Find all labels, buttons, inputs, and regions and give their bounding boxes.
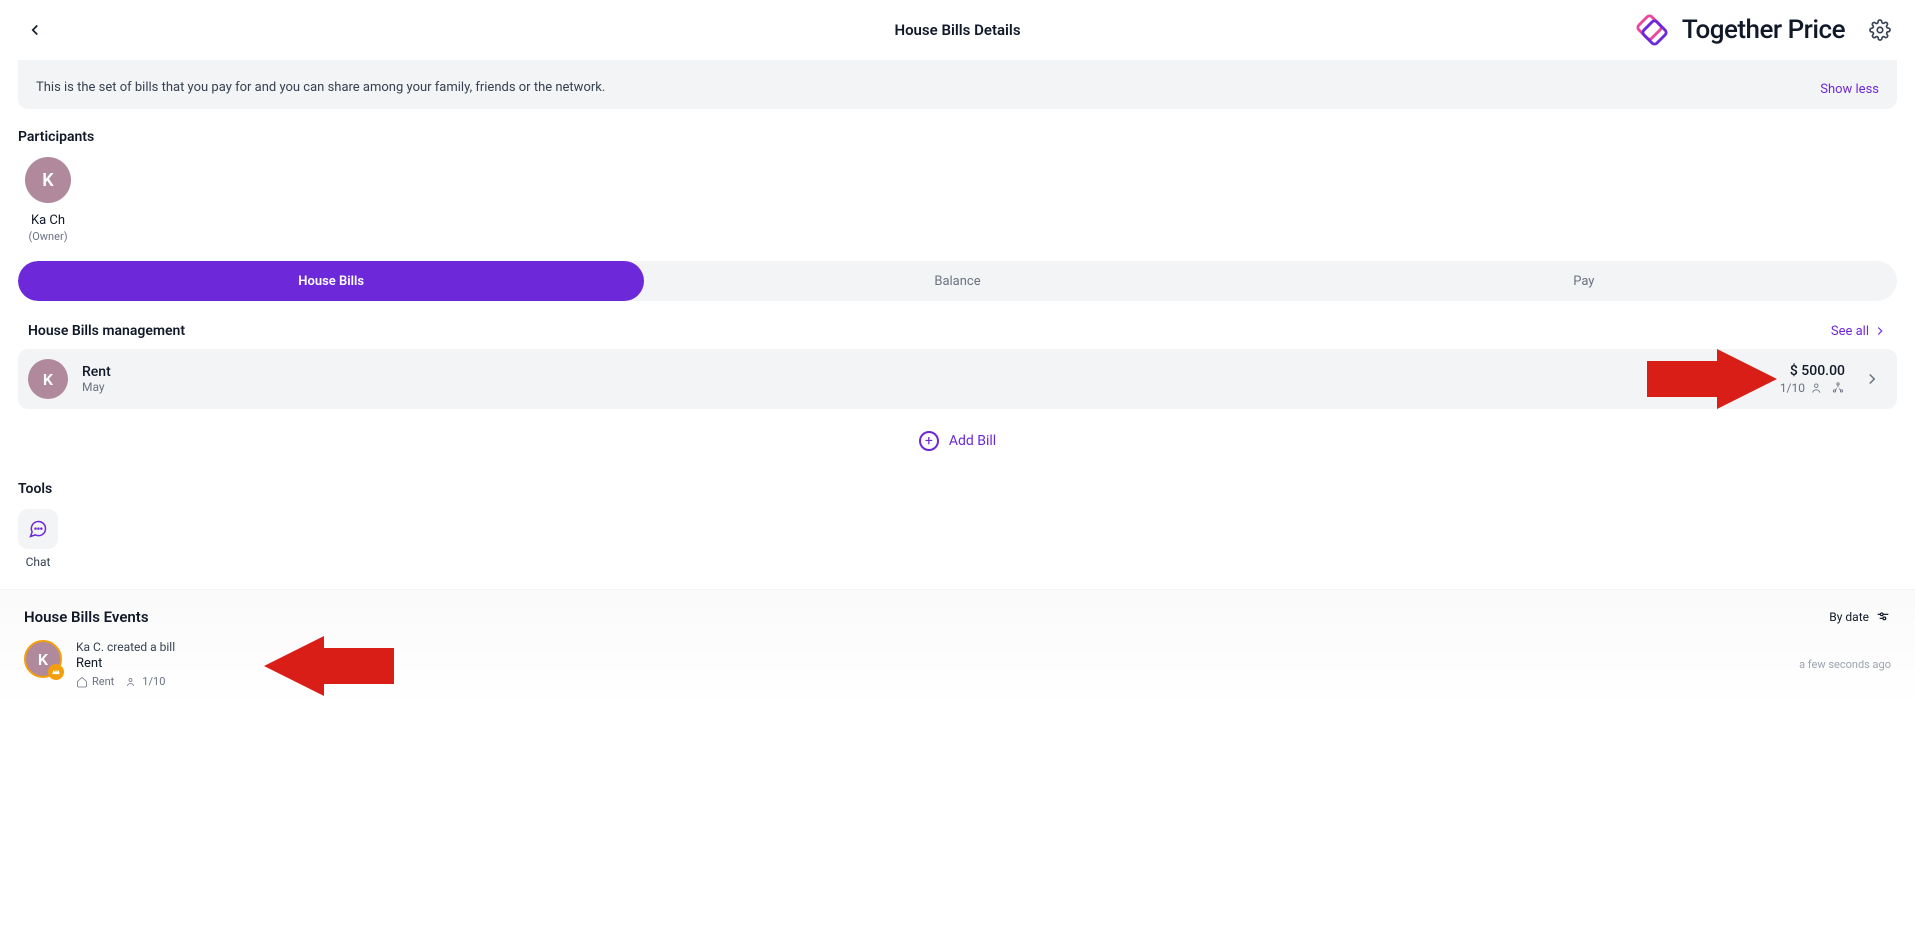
bill-ratio: 1/10	[1780, 381, 1805, 395]
gear-icon	[1869, 19, 1891, 41]
tab-pay[interactable]: Pay	[1271, 261, 1897, 301]
participant-role: (Owner)	[28, 230, 67, 243]
tool-chat[interactable]: Chat	[18, 509, 58, 569]
home-icon	[76, 676, 88, 688]
participants-title: Participants	[18, 129, 1897, 145]
back-button[interactable]	[20, 15, 50, 45]
bill-ratio-row: 1/10	[1780, 381, 1845, 395]
bill-row[interactable]: K Rent May $ 500.00 1/10	[18, 349, 1897, 409]
bill-info: Rent May	[82, 364, 1766, 394]
page-title: House Bills Details	[894, 21, 1020, 39]
network-icon	[1831, 381, 1845, 395]
sort-by-date-button[interactable]: By date	[1829, 609, 1891, 625]
bill-open-button[interactable]	[1863, 370, 1881, 388]
participant-item[interactable]: K Ka Ch (Owner)	[18, 157, 78, 243]
tab-balance[interactable]: Balance	[644, 261, 1270, 301]
bill-right: $ 500.00 1/10	[1780, 363, 1881, 395]
tab-house-bills[interactable]: House Bills	[18, 261, 644, 301]
management-title: House Bills management	[28, 323, 185, 339]
management-header: House Bills management See all	[18, 323, 1897, 339]
tools-list: Chat	[18, 509, 1897, 569]
add-bill-button[interactable]: + Add Bill	[18, 431, 1897, 451]
settings-button[interactable]	[1865, 15, 1895, 45]
event-avatar-wrap: K	[24, 640, 62, 678]
bill-amount-box: $ 500.00 1/10	[1780, 363, 1845, 395]
crown-icon	[51, 667, 61, 677]
owner-badge	[48, 664, 64, 680]
avatar: K	[25, 157, 71, 203]
chevron-left-icon	[26, 21, 44, 39]
events-section: House Bills Events By date K Ka C. creat…	[0, 589, 1915, 708]
sort-label: By date	[1829, 610, 1869, 624]
tools-title: Tools	[18, 481, 1897, 497]
event-meta-ratio: 1/10	[126, 675, 165, 688]
see-all-button[interactable]: See all	[1831, 324, 1887, 339]
bill-amount: $ 500.00	[1790, 363, 1845, 379]
app-header: House Bills Details Together Price	[0, 0, 1915, 60]
event-text: Ka C. created a bill Rent Rent 1/10	[76, 640, 1785, 688]
participants-list: K Ka Ch (Owner)	[18, 157, 1897, 243]
event-line1: Ka C. created a bill	[76, 640, 1785, 654]
event-meta-bill: Rent	[76, 675, 114, 688]
event-item[interactable]: K Ka C. created a bill Rent Rent 1/10	[24, 640, 1891, 688]
event-time: a few seconds ago	[1799, 658, 1891, 671]
logo-icon	[1632, 10, 1672, 50]
events-title: House Bills Events	[24, 608, 149, 626]
bill-avatar: K	[28, 359, 68, 399]
bill-sub: May	[82, 380, 1766, 394]
brand-text: Together Price	[1682, 15, 1845, 45]
event-meta: Rent 1/10	[76, 675, 1785, 688]
tab-bar: House Bills Balance Pay	[18, 261, 1897, 301]
people-icon	[1811, 381, 1825, 395]
event-line2: Rent	[76, 656, 1785, 671]
tool-icon-box	[18, 509, 58, 549]
description-text: This is the set of bills that you pay fo…	[36, 80, 1879, 95]
participant-name: Ka Ch	[31, 213, 65, 228]
description-card: This is the set of bills that you pay fo…	[18, 60, 1897, 109]
brand-logo[interactable]: Together Price	[1632, 10, 1845, 50]
add-bill-label: Add Bill	[949, 433, 996, 449]
chevron-right-icon	[1863, 370, 1881, 388]
tool-label: Chat	[26, 555, 51, 569]
see-all-label: See all	[1831, 324, 1869, 339]
people-icon	[126, 676, 138, 688]
filter-icon	[1875, 609, 1891, 625]
header-right: Together Price	[1632, 10, 1895, 50]
bill-name: Rent	[82, 364, 1766, 380]
chevron-right-icon	[1873, 324, 1887, 338]
chat-icon	[28, 519, 48, 539]
show-less-button[interactable]: Show less	[1820, 82, 1879, 97]
plus-icon: +	[919, 431, 939, 451]
events-header: House Bills Events By date	[24, 608, 1891, 626]
